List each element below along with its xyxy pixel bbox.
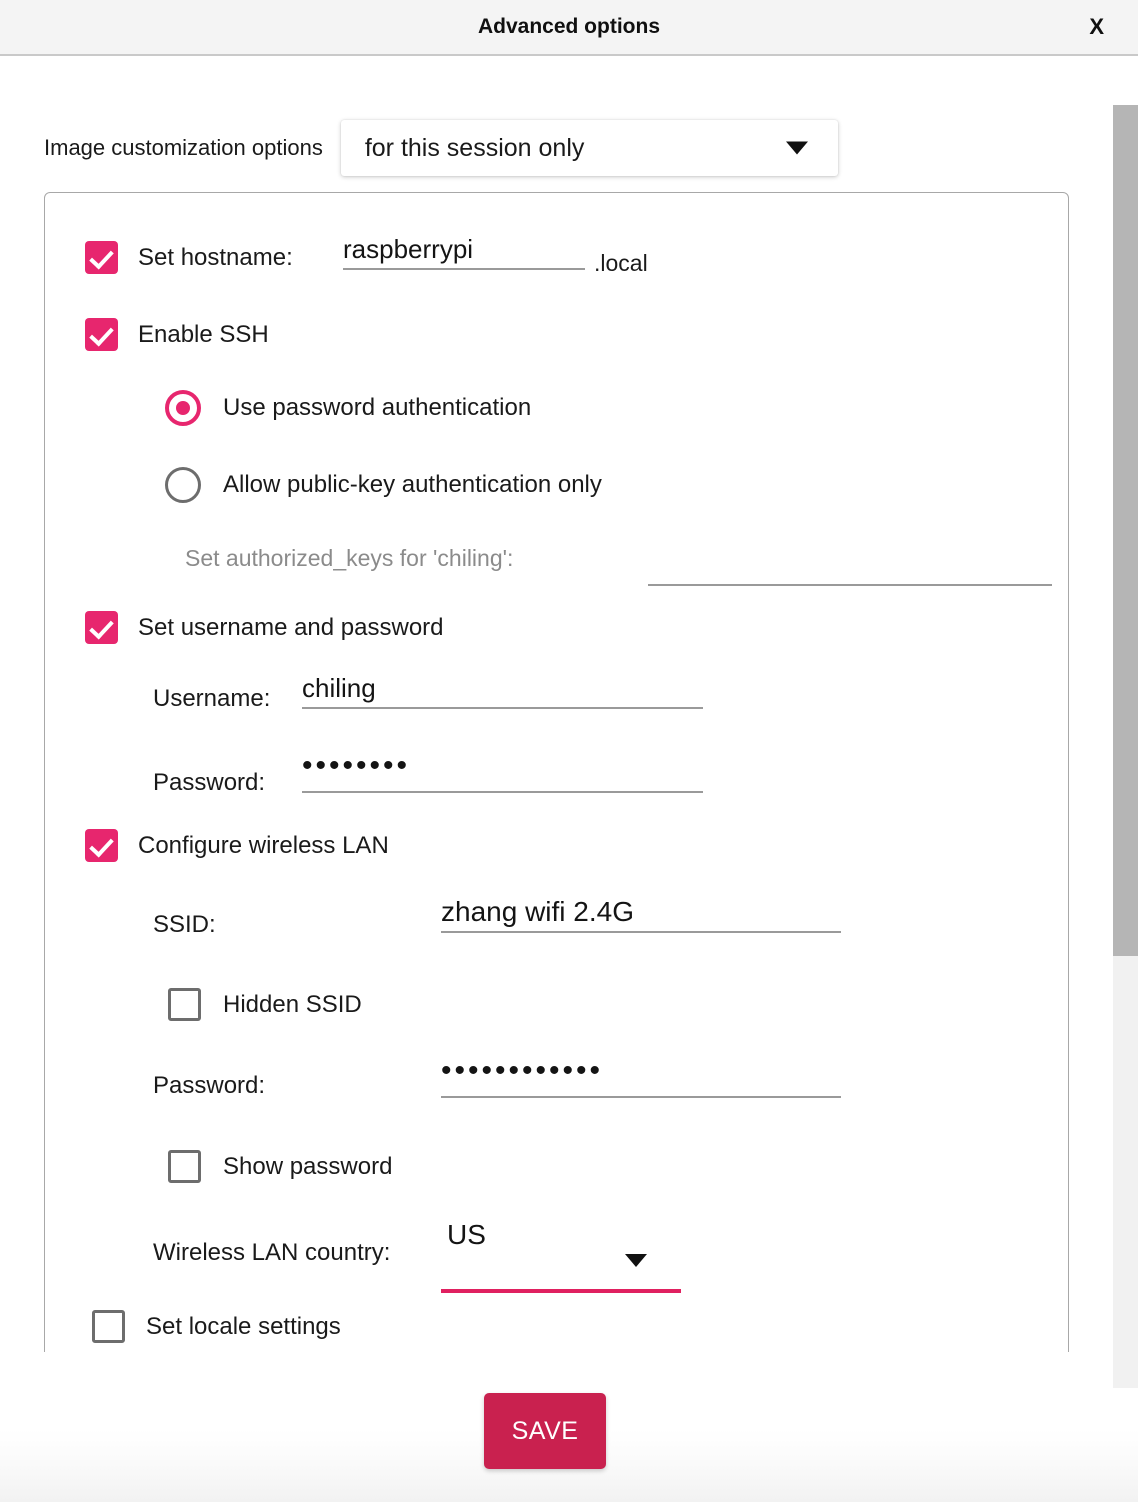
close-icon[interactable]: X xyxy=(1089,0,1104,54)
show-password-checkbox[interactable] xyxy=(168,1150,201,1183)
enable-ssh-row: Enable SSH xyxy=(85,318,269,351)
wifi-password-input[interactable]: •••••••••••• xyxy=(441,1031,841,1098)
hostname-suffix: .local xyxy=(594,250,648,276)
user-password-label: Password: xyxy=(153,769,266,796)
page-title: Advanced options xyxy=(477,15,661,38)
options-scroll-area[interactable]: Set hostname: raspberrypi .local Enable … xyxy=(44,192,1069,1352)
set-locale-row: Set locale settings xyxy=(92,1310,341,1343)
set-hostname-row: Set hostname: xyxy=(64,220,293,295)
hidden-ssid-label: Hidden SSID xyxy=(223,990,362,1018)
options-panel: Set hostname: raspberrypi .local Enable … xyxy=(44,192,1069,1352)
hidden-ssid-row: Hidden SSID xyxy=(168,988,362,1021)
set-locale-checkbox[interactable] xyxy=(92,1310,125,1343)
save-button[interactable]: SAVE xyxy=(484,1393,606,1469)
wifi-country-select[interactable]: US xyxy=(441,1205,681,1293)
configure-wifi-label: Configure wireless LAN xyxy=(138,831,389,859)
set-hostname-label: Set hostname: xyxy=(138,243,293,271)
hidden-ssid-checkbox[interactable] xyxy=(168,988,201,1021)
set-user-pass-label: Set username and password xyxy=(138,613,444,641)
enable-ssh-label: Enable SSH xyxy=(138,320,269,348)
configure-wifi-checkbox[interactable] xyxy=(85,829,118,862)
wifi-password-label: Password: xyxy=(153,1072,266,1099)
ssid-label: SSID: xyxy=(153,911,216,938)
dialog-body: Image customization options for this ses… xyxy=(0,58,1138,1388)
set-locale-label: Set locale settings xyxy=(146,1312,341,1340)
username-value: chiling xyxy=(302,673,376,703)
show-password-row: Show password xyxy=(168,1150,392,1183)
username-label: Username: xyxy=(153,685,271,712)
set-user-pass-row: Set username and password xyxy=(85,611,444,644)
ssh-password-auth-radio[interactable] xyxy=(165,390,201,426)
wifi-country-value: US xyxy=(447,1219,486,1250)
authorized-keys-label: Set authorized_keys for 'chiling': xyxy=(185,545,514,571)
ssid-value: zhang wifi 2.4G xyxy=(441,896,634,927)
configure-wifi-row: Configure wireless LAN xyxy=(85,829,389,862)
image-customization-select[interactable]: for this session only xyxy=(340,120,838,176)
dialog-titlebar: Advanced options X xyxy=(0,0,1138,56)
ssh-pubkey-auth-radio[interactable] xyxy=(165,467,201,503)
user-password-value: •••••••• xyxy=(302,749,411,782)
set-user-pass-checkbox[interactable] xyxy=(85,611,118,644)
image-customization-value: for this session only xyxy=(364,133,585,162)
enable-ssh-checkbox[interactable] xyxy=(85,318,118,351)
ssh-pubkey-auth-label: Allow public-key authentication only xyxy=(223,471,602,498)
chevron-down-icon xyxy=(785,141,808,155)
hostname-value: raspberrypi xyxy=(343,234,474,264)
user-password-input[interactable]: •••••••• xyxy=(302,731,703,793)
wifi-password-value: •••••••••••• xyxy=(441,1054,604,1087)
ssh-pubkey-auth-row[interactable]: Allow public-key authentication only xyxy=(165,467,602,503)
ssh-password-auth-row[interactable]: Use password authentication xyxy=(165,390,531,426)
ssid-input[interactable]: zhang wifi 2.4G xyxy=(441,865,841,933)
image-customization-row: Image customization options for this ses… xyxy=(44,120,838,176)
chevron-down-icon xyxy=(625,1254,647,1267)
image-customization-label: Image customization options xyxy=(44,135,323,160)
set-hostname-checkbox[interactable] xyxy=(64,220,139,295)
username-input[interactable]: chiling xyxy=(302,648,703,709)
focus-halo xyxy=(64,220,139,295)
show-password-label: Show password xyxy=(223,1152,393,1180)
options-scrollbar-thumb[interactable] xyxy=(1113,105,1138,956)
ssh-password-auth-label: Use password authentication xyxy=(223,394,532,421)
wifi-country-label: Wireless LAN country: xyxy=(153,1239,391,1266)
authorized-keys-input[interactable] xyxy=(648,538,1052,586)
hostname-input[interactable]: raspberrypi xyxy=(343,215,585,270)
